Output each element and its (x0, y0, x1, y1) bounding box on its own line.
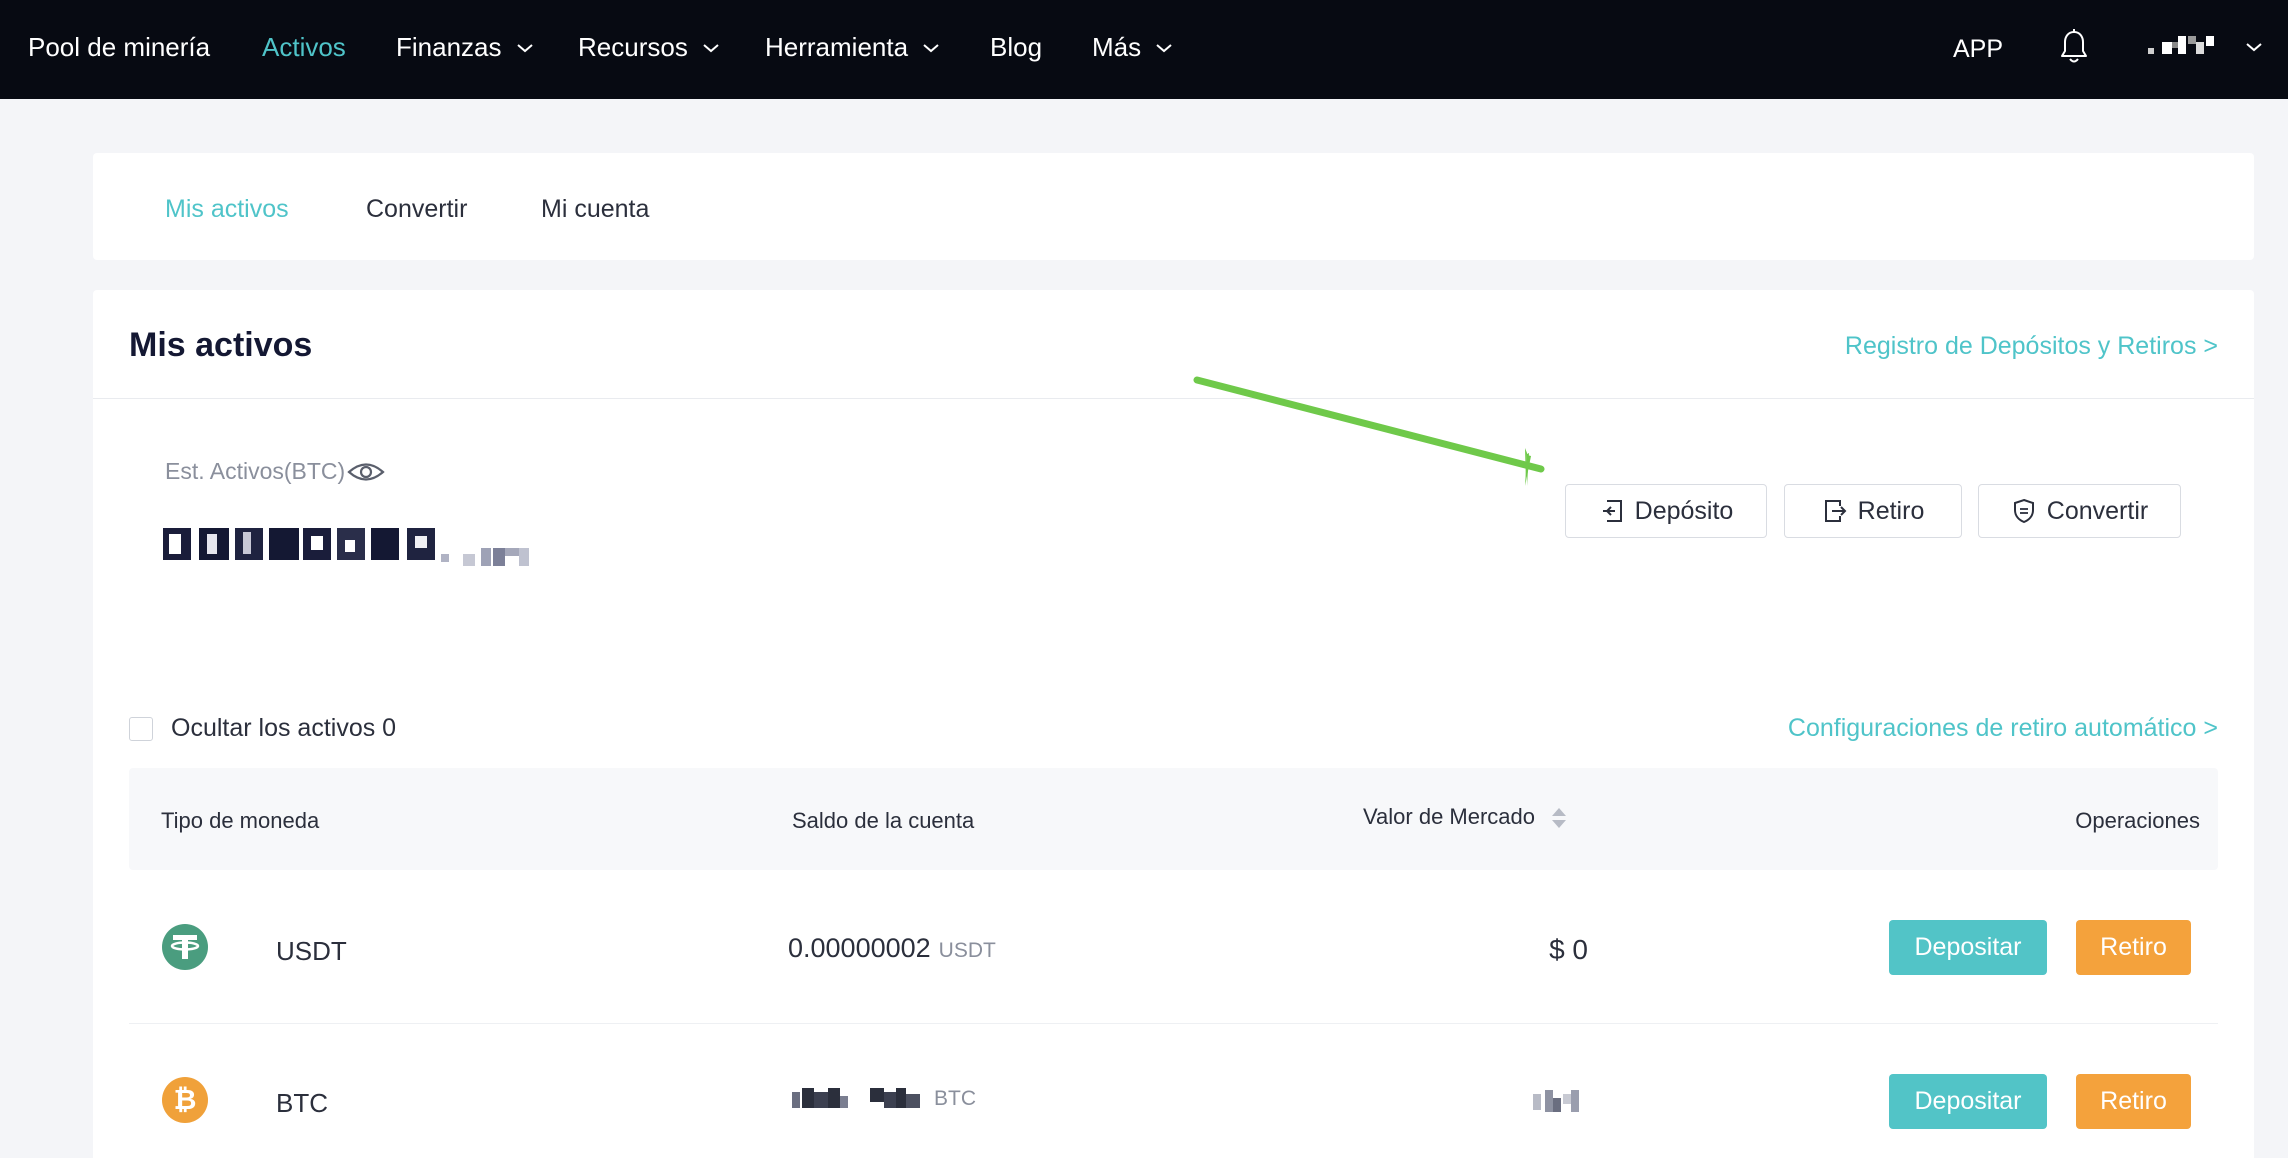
hide-zero-assets[interactable]: Ocultar los activos 0 (129, 714, 396, 743)
nav-item-label: Finanzas (396, 32, 502, 62)
withdraw-button[interactable]: Retiro (2076, 920, 2191, 975)
deposit-button[interactable]: Depositar (1889, 1074, 2047, 1129)
nav-brand-pool[interactable]: Pool de minería (28, 32, 210, 63)
nav-item-label: Más (1092, 32, 1142, 62)
my-assets-panel: Mis activos Registro de Depósitos y Reti… (93, 290, 2254, 1158)
chevron-down-icon (1156, 43, 1172, 52)
chevron-down-icon (923, 43, 939, 52)
nav-item-mas[interactable]: Más (1092, 32, 1173, 63)
header-market-value[interactable]: Valor de Mercado (1363, 804, 1567, 830)
account-balance: BTC (792, 1084, 976, 1114)
header-currency: Tipo de moneda (161, 808, 320, 833)
estimated-balance-obscured (163, 528, 529, 566)
deposit-withdraw-records-link[interactable]: Registro de Depósitos y Retiros > (1845, 332, 2218, 361)
header-operations: Operaciones (2075, 808, 2200, 833)
deposit-action-label: Depósito (1634, 496, 1734, 525)
nav-item-finanzas[interactable]: Finanzas (396, 32, 534, 63)
header-balance: Saldo de la cuenta (792, 808, 975, 833)
assets-table-header: Tipo de moneda Saldo de la cuenta Valor … (129, 768, 2218, 870)
convert-action-button[interactable]: Convertir (1978, 484, 2181, 538)
nav-item-label: Herramienta (765, 32, 909, 62)
nav-item-blog[interactable]: Blog (990, 32, 1042, 63)
deposit-button[interactable]: Depositar (1889, 920, 2047, 975)
account-balance: 0.00000002 USDT (788, 933, 996, 964)
table-row: ₿ BTC BTC Depositar Retiro (129, 1024, 2218, 1158)
tab-convertir[interactable]: Convertir (366, 195, 467, 224)
shield-convert-icon (2013, 498, 2034, 524)
divider (93, 398, 2254, 399)
withdraw-action-button[interactable]: Retiro (1784, 484, 1962, 538)
convert-action-label: Convertir (2046, 496, 2149, 525)
nav-item-activos[interactable]: Activos (262, 32, 346, 63)
market-value: $ 0 (1549, 934, 1588, 965)
withdraw-action-label: Retiro (1857, 496, 1925, 525)
assets-tabs: Mis activos Convertir Mi cuenta (93, 153, 2254, 260)
estimated-assets-label: Est. Activos(BTC) (165, 458, 385, 485)
eye-icon[interactable] (347, 459, 385, 485)
chevron-down-icon[interactable] (2245, 41, 2263, 53)
tab-mi-cuenta[interactable]: Mi cuenta (541, 195, 649, 224)
nav-item-label: Blog (990, 32, 1043, 62)
estimated-assets-text: Est. Activos(BTC) (165, 458, 346, 484)
withdraw-button[interactable]: Retiro (2076, 1074, 2191, 1129)
btc-coin-icon: ₿ (162, 1077, 208, 1123)
chevron-down-icon (516, 43, 533, 52)
nav-item-label: Activos (262, 32, 346, 62)
chevron-down-icon (703, 43, 719, 52)
nav-item-herramienta[interactable]: Herramienta (765, 32, 940, 63)
coin-name: USDT (276, 936, 347, 966)
auto-withdraw-settings-link[interactable]: Configuraciones de retiro automático > (1788, 714, 2218, 743)
sort-icon[interactable] (1551, 806, 1567, 830)
header-market-label: Valor de Mercado (1363, 804, 1536, 829)
hide-zero-checkbox[interactable] (129, 716, 153, 741)
balance-unit: USDT (938, 939, 996, 962)
app-download-link[interactable]: APP (1953, 35, 2003, 64)
market-value-obscured (1533, 1090, 1579, 1112)
deposit-icon (1602, 500, 1622, 522)
withdraw-icon (1824, 500, 1847, 522)
hide-zero-label: Ocultar los activos 0 (171, 714, 397, 742)
top-navigation-bar: Pool de minería Activos Finanzas Recurso… (0, 0, 2288, 99)
balance-unit: BTC (934, 1087, 976, 1110)
account-avatar[interactable] (2148, 34, 2218, 58)
page-title: Mis activos (129, 326, 313, 364)
svg-text:₿: ₿ (174, 1084, 197, 1115)
tab-mis-activos[interactable]: Mis activos (165, 195, 289, 224)
nav-item-recursos[interactable]: Recursos (578, 32, 720, 63)
usdt-coin-icon (162, 924, 208, 970)
table-row: USDT 0.00000002 USDT $ 0 Depositar Retiro (129, 870, 2218, 1024)
balance-obscured (792, 1088, 920, 1108)
nav-item-label: Recursos (578, 32, 688, 62)
deposit-action-button[interactable]: Depósito (1565, 484, 1767, 538)
balance-value: 0.00000002 (788, 933, 931, 963)
coin-name: BTC (276, 1088, 328, 1118)
bell-icon[interactable] (2059, 29, 2089, 65)
